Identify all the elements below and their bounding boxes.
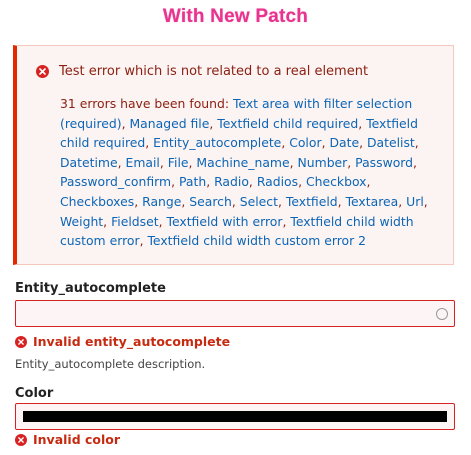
error-link[interactable]: Datetime	[60, 155, 118, 170]
error-link[interactable]: Machine_name	[196, 155, 289, 170]
error-link-separator: ,	[347, 154, 356, 170]
error-link-separator: ,	[358, 115, 367, 131]
error-list: 31 errors have been found: Text area wit…	[60, 94, 445, 251]
error-link[interactable]: Radio	[214, 174, 249, 189]
color-swatch	[23, 411, 447, 422]
entity-autocomplete-label: Entity_autocomplete	[15, 281, 166, 296]
error-link-separator: ,	[359, 135, 367, 151]
autocomplete-throbber-icon	[436, 308, 448, 320]
error-icon	[36, 65, 49, 78]
color-label: Color	[15, 386, 54, 401]
error-link[interactable]: Fieldset	[111, 214, 159, 229]
error-link[interactable]: Textfield with error	[167, 214, 283, 229]
error-message: Test error which is not related to a rea…	[59, 64, 369, 79]
error-link[interactable]: Weight	[60, 214, 103, 229]
error-link-separator: ,	[366, 174, 371, 190]
error-link[interactable]: File	[168, 155, 189, 170]
entity-autocomplete-description: Entity_autocomplete description.	[15, 357, 206, 371]
error-link-separator: ,	[277, 193, 286, 209]
error-icon	[15, 433, 27, 446]
error-link-separator: ,	[134, 193, 143, 209]
error-summary-header: Test error which is not related to a rea…	[36, 64, 368, 79]
error-link[interactable]: Date	[329, 135, 359, 150]
error-link[interactable]: Textfield child width custom error 2	[147, 233, 366, 248]
error-icon	[15, 335, 27, 348]
error-link[interactable]: Number	[298, 155, 348, 170]
error-link-separator: ,	[413, 154, 417, 170]
error-link[interactable]: Select	[240, 194, 278, 209]
error-link[interactable]: Range	[142, 194, 181, 209]
error-link[interactable]: Textarea	[346, 194, 399, 209]
error-link-separator: ,	[248, 174, 257, 190]
patch-banner: With New Patch	[162, 6, 309, 27]
error-link[interactable]: Password_confirm	[60, 174, 171, 189]
error-link-separator: ,	[171, 174, 179, 190]
error-link-separator: ,	[103, 213, 112, 229]
error-link-separator: ,	[117, 154, 126, 170]
error-link-separator: ,	[337, 193, 346, 209]
error-link-separator: ,	[423, 193, 428, 209]
error-link[interactable]: Checkbox	[306, 174, 367, 189]
error-link[interactable]: Datelist	[367, 135, 415, 150]
color-error-text: Invalid color	[33, 432, 121, 447]
error-link[interactable]: Path	[179, 174, 206, 189]
error-link[interactable]: Entity_autocomplete	[153, 135, 281, 150]
entity-autocomplete-error: Invalid entity_autocomplete	[15, 334, 230, 349]
color-input[interactable]	[15, 403, 455, 430]
error-link[interactable]: Password	[355, 155, 413, 170]
error-summary: Test error which is not related to a rea…	[13, 45, 454, 265]
error-link[interactable]: Checkboxes	[60, 194, 134, 209]
error-link-separator: ,	[298, 174, 306, 190]
color-error: Invalid color	[15, 432, 120, 447]
entity-autocomplete-input[interactable]	[15, 300, 455, 327]
error-link[interactable]: Url	[406, 194, 424, 209]
error-link-separator: ,	[159, 154, 168, 170]
error-link[interactable]: Search	[189, 194, 232, 209]
error-link[interactable]: Email	[126, 155, 160, 170]
error-link[interactable]: Textfield	[286, 194, 338, 209]
error-link[interactable]: Color	[289, 135, 321, 150]
error-link[interactable]: Textfield child required	[217, 116, 358, 131]
error-count-text: 31 errors have been found:	[60, 96, 233, 111]
error-link-separator: ,	[289, 154, 298, 170]
error-link-separator: ,	[158, 213, 167, 229]
error-link-separator: ,	[206, 174, 215, 190]
error-link-separator: ,	[398, 193, 407, 209]
error-link[interactable]: Managed file	[129, 116, 209, 131]
entity-autocomplete-error-text: Invalid entity_autocomplete	[33, 334, 231, 349]
error-link-separator: ,	[414, 135, 419, 151]
error-link[interactable]: Radios	[257, 174, 298, 189]
error-link-separator: ,	[231, 193, 240, 209]
error-link-separator: ,	[145, 135, 154, 151]
